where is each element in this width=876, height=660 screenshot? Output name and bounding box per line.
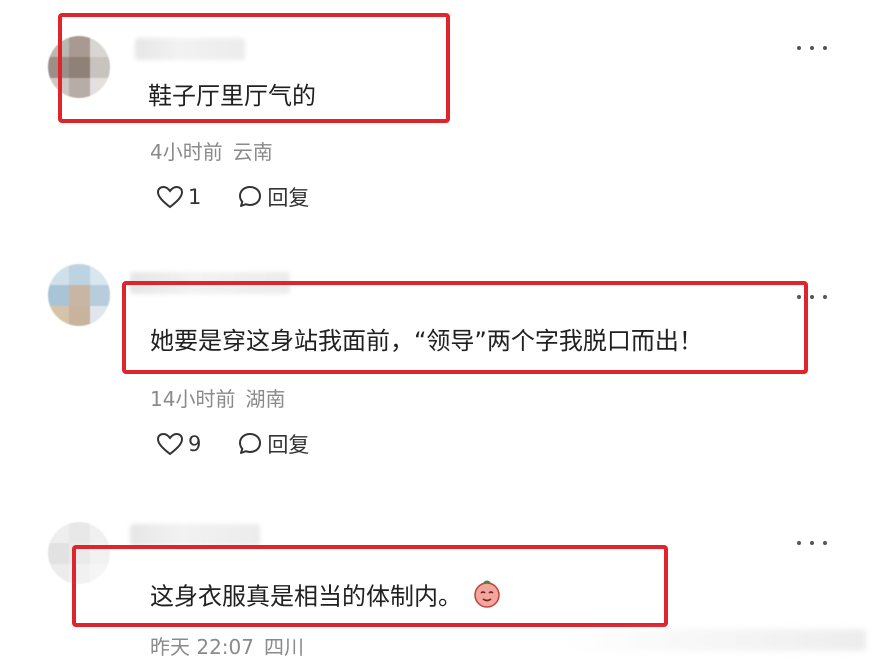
like-button[interactable]: 9 <box>156 432 201 456</box>
highlight-box <box>122 281 808 374</box>
comment-actions: 9 回复 <box>156 429 309 459</box>
heart-icon <box>156 185 184 209</box>
more-options-button[interactable] <box>797 538 827 548</box>
like-button[interactable]: 1 <box>156 185 201 209</box>
more-dots-icon <box>797 541 801 545</box>
reply-label: 回复 <box>267 186 310 210</box>
reply-label: 回复 <box>267 433 310 457</box>
comment-time: 14小时前 <box>150 387 236 411</box>
comment-region: 四川 <box>264 635 304 659</box>
comment-meta: 14小时前 湖南 <box>150 383 285 412</box>
comment-item: 鞋子厅里厅气的 4小时前 云南 1 回复 <box>0 0 876 240</box>
comment-bubble-icon <box>239 433 262 454</box>
comment-region: 云南 <box>232 140 273 164</box>
comment-time: 昨天 22:07 <box>150 635 254 659</box>
comment-meta: 昨天 22:07 四川 <box>150 631 304 660</box>
reply-button[interactable]: 回复 <box>237 182 309 212</box>
reply-button[interactable]: 回复 <box>237 429 309 459</box>
highlight-box <box>58 13 450 123</box>
comment-region: 湖南 <box>245 387 286 411</box>
like-count: 9 <box>188 432 202 456</box>
more-dots-icon <box>797 46 801 50</box>
comment-meta: 4小时前 云南 <box>150 136 273 165</box>
highlight-box <box>72 545 668 627</box>
comment-time: 4小时前 <box>150 140 223 164</box>
watermark <box>566 629 866 651</box>
like-count: 1 <box>188 185 202 209</box>
username-blurred[interactable] <box>130 524 260 546</box>
comment-item: 她要是穿这身站我面前，“领导”两个字我脱口而出！ 14小时前 湖南 9 回复 <box>0 250 876 490</box>
more-options-button[interactable] <box>797 43 827 53</box>
comment-bubble-icon <box>239 186 262 207</box>
avatar[interactable] <box>48 264 110 326</box>
heart-icon <box>156 432 184 456</box>
comment-actions: 1 回复 <box>156 182 309 212</box>
